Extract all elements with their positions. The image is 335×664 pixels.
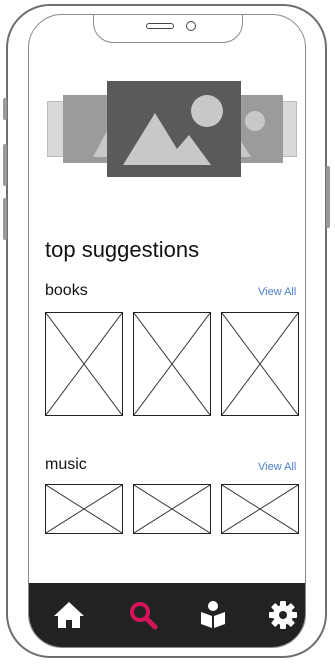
placeholder-cross-icon bbox=[222, 313, 298, 415]
volume-up-button bbox=[3, 144, 7, 186]
book-thumbnail[interactable] bbox=[133, 312, 211, 416]
gear-icon bbox=[269, 601, 297, 629]
music-thumbnail[interactable] bbox=[221, 484, 299, 534]
volume-down-button bbox=[3, 198, 7, 240]
speaker bbox=[146, 23, 174, 29]
power-button bbox=[326, 166, 330, 228]
image-placeholder-icon bbox=[123, 95, 223, 165]
music-view-all-link[interactable]: View All bbox=[258, 461, 296, 473]
bottom-tab-bar bbox=[29, 583, 305, 647]
tab-reading[interactable] bbox=[191, 593, 235, 637]
placeholder-cross-icon bbox=[46, 485, 122, 533]
phone-screen: top suggestions books View All music Vie… bbox=[28, 14, 306, 648]
music-thumbnail[interactable] bbox=[45, 484, 123, 534]
music-thumbnail[interactable] bbox=[133, 484, 211, 534]
placeholder-cross-icon bbox=[46, 313, 122, 415]
mute-switch bbox=[3, 98, 7, 120]
carousel-card-main[interactable] bbox=[107, 81, 241, 177]
placeholder-cross-icon bbox=[134, 485, 210, 533]
books-view-all-link[interactable]: View All bbox=[258, 286, 296, 298]
page-title: top suggestions bbox=[45, 237, 200, 262]
section-label-books: books bbox=[45, 282, 88, 299]
book-thumbnail[interactable] bbox=[45, 312, 123, 416]
placeholder-cross-icon bbox=[222, 485, 298, 533]
tab-home[interactable] bbox=[47, 593, 91, 637]
book-reader-icon bbox=[201, 601, 225, 628]
notch bbox=[93, 15, 243, 43]
tab-search[interactable] bbox=[121, 593, 165, 637]
front-camera bbox=[186, 21, 196, 31]
search-icon bbox=[130, 602, 158, 630]
placeholder-cross-icon bbox=[134, 313, 210, 415]
tab-settings[interactable] bbox=[261, 593, 305, 637]
section-label-music: music bbox=[45, 456, 87, 473]
book-thumbnail[interactable] bbox=[221, 312, 299, 416]
featured-carousel[interactable] bbox=[47, 81, 297, 177]
home-icon bbox=[54, 602, 84, 628]
